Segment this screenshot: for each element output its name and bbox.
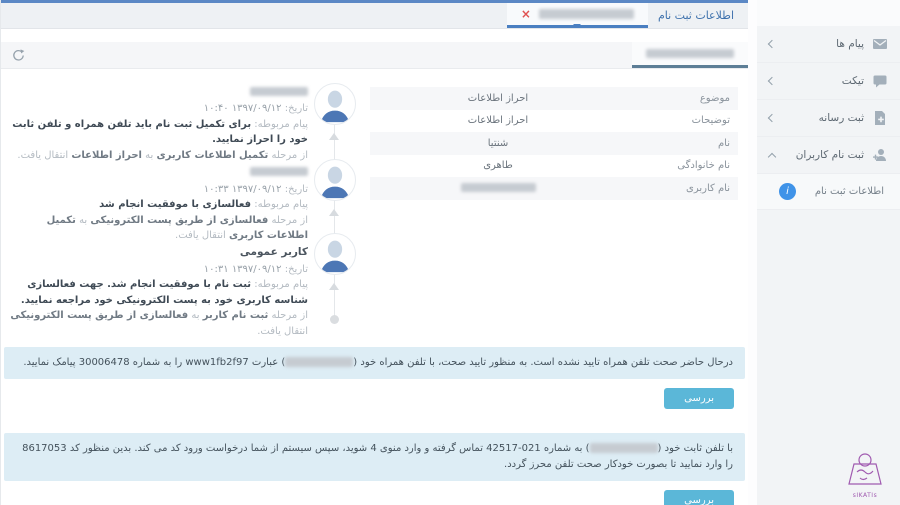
content-sidebar-gutter xyxy=(748,0,757,505)
history-timeline: تاریخ: ۱۳۹۷/۰۹/۱۲ ۱۰:۴۰ پیام مربوطه: برا… xyxy=(1,79,366,347)
message-stage-line: از مرحله تکمیل اطلاعات کاربری به احراز ا… xyxy=(17,149,308,161)
message-body: پیام مربوطه: ثبت نام با موفقیت انجام شد.… xyxy=(20,279,308,306)
notification-text: ) عبارت www1fb2f97 را به شماره 30006478 … xyxy=(23,357,286,368)
brand-watermark-logo xyxy=(848,453,882,485)
record-tab-active[interactable]: × xyxy=(506,3,648,28)
message-author xyxy=(7,83,308,99)
sidebar-item-label: پیام ها xyxy=(836,38,864,50)
redacted-landline-number xyxy=(589,443,658,453)
timeline-message: تاریخ: ۱۳۹۷/۰۹/۱۲ ۱۰:۴۰ پیام مربوطه: برا… xyxy=(7,83,308,163)
info-badge: i xyxy=(779,183,796,200)
app-window: پیام ها تیکت ثبت رسانه ثبت نام کاربران ا… xyxy=(0,0,900,505)
brand-watermark-text: sIKATIs xyxy=(852,492,878,499)
table-row: توضیحات احراز اطلاعات xyxy=(370,110,738,133)
sidebar-subitem-label: اطلاعات ثبت نام xyxy=(814,186,884,197)
detail-label: نام کاربری xyxy=(686,182,730,194)
redacted-tab-label xyxy=(538,9,634,19)
table-row: نام خانوادگی طاهری xyxy=(370,155,738,178)
user-plus-icon xyxy=(873,149,886,161)
arrow-up-icon xyxy=(329,133,339,140)
mobile-verify-actions: بررسی xyxy=(1,379,748,416)
detail-value: احراز اطلاعات xyxy=(467,92,529,104)
notification-mobile-verify: درحال حاضر صحت تلفن همراه تایید نشده است… xyxy=(4,347,745,379)
detail-value: طاهری xyxy=(483,160,513,172)
check-mobile-button[interactable]: بررسی xyxy=(664,388,734,409)
page-title: اطلاعات ثبت نام xyxy=(657,9,734,22)
redacted-username xyxy=(460,183,536,193)
message-body: پیام مربوطه: فعالسازی با موفقیت انجام شد xyxy=(99,199,308,211)
media-register-icon xyxy=(875,111,885,125)
notification-text: درحال حاضر صحت تلفن همراه تایید نشده است… xyxy=(353,357,733,368)
check-landline-button[interactable]: بررسی xyxy=(664,490,734,505)
redacted-subtab-label xyxy=(646,49,734,58)
refresh-icon xyxy=(12,48,24,61)
timeline-message: کاربر عمومی تاریخ: ۱۳۹۷/۰۹/۱۲ ۱۰:۳۱ پیام… xyxy=(7,244,308,340)
notification-landline-verify: با تلفن ثابت خود () به شماره 021-42517 ت… xyxy=(4,433,745,481)
message-date-line: تاریخ: ۱۳۹۷/۰۹/۱۲ ۱۰:۳۳ xyxy=(203,183,308,195)
brand-watermark: sIKATIs xyxy=(842,452,888,499)
registration-details-table: موضوع احراز اطلاعات توضیحات احراز اطلاعا… xyxy=(366,79,748,347)
message-date-line: تاریخ: ۱۳۹۷/۰۹/۱۲ ۱۰:۳۱ xyxy=(203,263,308,275)
arrow-up-icon xyxy=(329,209,339,216)
detail-value: شنتیا xyxy=(487,137,509,149)
record-subtab-active[interactable] xyxy=(632,42,748,68)
detail-label: نام xyxy=(717,137,730,149)
avatar xyxy=(314,233,356,275)
table-row: نام شنتیا xyxy=(370,132,738,155)
record-overview: موضوع احراز اطلاعات توضیحات احراز اطلاعا… xyxy=(1,79,748,347)
redacted-author-name xyxy=(250,166,308,176)
detail-value: احراز اطلاعات xyxy=(467,115,529,127)
header-gap xyxy=(1,29,748,42)
detail-label: موضوع xyxy=(699,92,730,104)
message-body: پیام مربوطه: برای تکمیل ثبت نام باید تلف… xyxy=(12,118,308,146)
message-stage-line: از مرحله ثبت نام کاربر به فعالسازی از طر… xyxy=(10,310,308,337)
message-author xyxy=(7,163,308,179)
refresh-button[interactable] xyxy=(1,42,35,68)
chat-icon xyxy=(873,75,887,88)
message-date-line: تاریخ: ۱۳۹۷/۰۹/۱۲ ۱۰:۴۰ xyxy=(203,103,308,115)
avatar xyxy=(314,159,356,201)
timeline-end-dot xyxy=(330,315,339,324)
notification-text: با تلفن ثابت خود ( xyxy=(657,443,733,454)
detail-value xyxy=(370,183,626,194)
sidebar: پیام ها تیکت ثبت رسانه ثبت نام کاربران ا… xyxy=(757,0,900,505)
table-row: نام کاربری xyxy=(370,177,738,200)
tab-bar: اطلاعات ثبت نام × xyxy=(1,3,748,29)
redacted-mobile-number xyxy=(285,357,354,367)
landline-verify-actions: بررسی xyxy=(1,481,748,505)
table-row: موضوع احراز اطلاعات xyxy=(370,87,738,110)
sidebar-item-ticket[interactable]: تیکت xyxy=(757,63,900,100)
record-toolbar xyxy=(1,42,748,69)
message-stage-line: از مرحله فعالسازی از طریق پست الکترونیکی… xyxy=(46,214,308,242)
detail-label: توضیحات xyxy=(691,115,730,127)
redacted-author-name xyxy=(250,86,308,96)
content-area: اطلاعات ثبت نام × موضوع احراز اطلاعات تو… xyxy=(0,0,748,505)
sidebar-item-label: ثبت نام کاربران xyxy=(795,149,864,161)
envelope-icon xyxy=(873,39,887,49)
active-tab-pointer-icon xyxy=(573,24,582,28)
timeline-rail xyxy=(312,83,356,333)
timeline-message: تاریخ: ۱۳۹۷/۰۹/۱۲ ۱۰:۳۳ پیام مربوطه: فعا… xyxy=(7,163,308,243)
close-icon[interactable]: × xyxy=(521,8,531,20)
sidebar-item-label: ثبت رسانه xyxy=(818,112,864,124)
avatar xyxy=(314,83,356,125)
sidebar-item-user-registration[interactable]: ثبت نام کاربران xyxy=(757,137,900,174)
message-author: کاربر عمومی xyxy=(239,245,308,258)
sidebar-item-label: تیکت xyxy=(841,75,864,87)
detail-label: نام خانوادگی xyxy=(677,160,730,172)
sidebar-header-space xyxy=(757,0,900,26)
sidebar-empty-space xyxy=(757,210,900,452)
sidebar-item-media-register[interactable]: ثبت رسانه xyxy=(757,100,900,137)
sidebar-subitem-registration-info[interactable]: اطلاعات ثبت نام i xyxy=(757,174,900,210)
main-panel: موضوع احراز اطلاعات توضیحات احراز اطلاعا… xyxy=(1,69,748,505)
arrow-up-icon xyxy=(329,283,339,290)
sidebar-item-messages[interactable]: پیام ها xyxy=(757,26,900,63)
